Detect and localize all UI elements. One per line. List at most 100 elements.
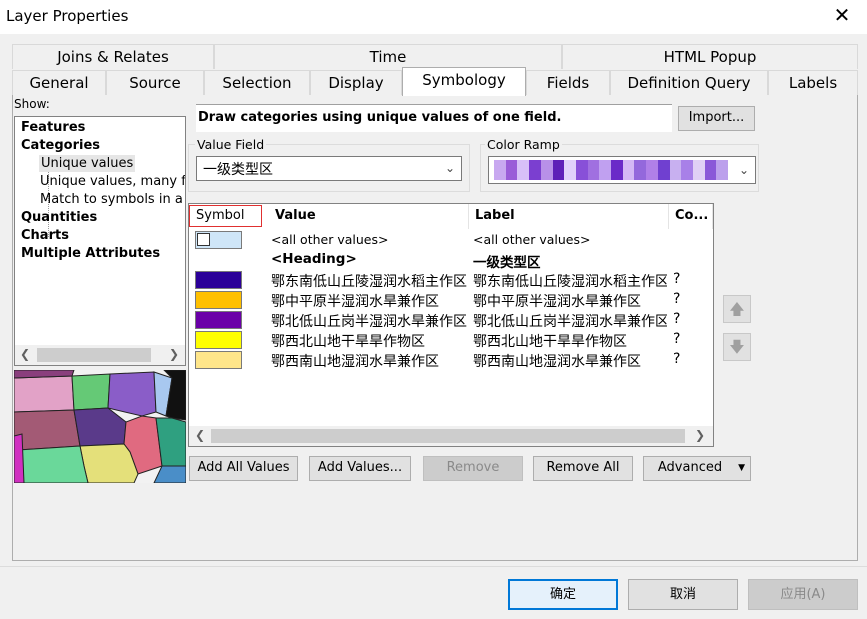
- move-up-button[interactable]: 🡅: [723, 295, 751, 323]
- ok-button[interactable]: 确定: [508, 579, 618, 610]
- column-header-label[interactable]: Label: [469, 204, 669, 229]
- chevron-down-icon: ⌄: [444, 161, 455, 175]
- arrow-up-icon: 🡅: [729, 300, 745, 318]
- cell-label[interactable]: 鄂东南低山丘陵湿润水稻主作区: [473, 271, 667, 291]
- symbol-swatch-other[interactable]: [195, 231, 242, 249]
- show-label: Show:: [14, 97, 50, 111]
- cell-count[interactable]: ?: [673, 331, 703, 347]
- cell-value[interactable]: 鄂西南山地湿润水旱兼作区: [271, 351, 467, 371]
- tab-source[interactable]: Source: [106, 70, 204, 95]
- tab-labels[interactable]: Labels: [768, 70, 858, 95]
- add-values-button[interactable]: Add Values...: [309, 456, 411, 481]
- color-ramp-swatch: [529, 160, 541, 180]
- tab-definition-query[interactable]: Definition Query: [610, 70, 768, 95]
- cell-value[interactable]: <Heading>: [271, 251, 467, 267]
- cell-value[interactable]: 鄂东南低山丘陵湿润水稻主作区: [271, 271, 467, 291]
- color-ramp-swatch: [505, 160, 518, 180]
- value-field-select[interactable]: 一级类型区 ⌄: [196, 156, 462, 181]
- tab-symbology[interactable]: Symbology: [402, 67, 526, 96]
- map-preview: [14, 370, 186, 483]
- scroll-left-icon[interactable]: ❮: [195, 428, 205, 442]
- arrow-down-icon: 🡇: [729, 338, 745, 356]
- color-ramp-swatch: [552, 160, 565, 180]
- tree-item-features[interactable]: Features: [21, 119, 85, 136]
- cell-count[interactable]: ?: [673, 351, 703, 367]
- cell-value[interactable]: 鄂西北山地干旱旱作物区: [271, 331, 467, 351]
- color-ramp-swatch: [681, 160, 693, 180]
- show-tree[interactable]: Features Categories Unique values Unique…: [14, 116, 186, 366]
- column-header-value[interactable]: Value: [269, 204, 469, 229]
- cell-label[interactable]: 鄂北低山丘岗半湿润水旱兼作区: [473, 311, 667, 331]
- cell-label[interactable]: <all other values>: [473, 232, 667, 247]
- cell-label[interactable]: 鄂西南山地湿润水旱兼作区: [473, 351, 667, 371]
- tab-fields[interactable]: Fields: [526, 70, 610, 95]
- tab-display[interactable]: Display: [310, 70, 402, 95]
- color-ramp-swatch: [704, 160, 717, 180]
- tree-item-charts[interactable]: Charts: [21, 227, 69, 244]
- symbol-swatch[interactable]: [195, 351, 242, 369]
- color-ramp-swatch: [611, 160, 623, 180]
- import-button[interactable]: Import...: [678, 106, 755, 131]
- symbol-swatch[interactable]: [195, 331, 242, 349]
- cell-count[interactable]: ?: [673, 311, 703, 327]
- column-header-count[interactable]: Co...: [669, 204, 713, 229]
- tab-general[interactable]: General: [12, 70, 106, 95]
- color-ramp-swatch: [669, 160, 682, 180]
- cell-label[interactable]: 一级类型区: [473, 251, 667, 271]
- move-down-button[interactable]: 🡇: [723, 333, 751, 361]
- cell-value[interactable]: <all other values>: [271, 232, 467, 247]
- tree-item-quantities[interactable]: Quantities: [21, 209, 97, 226]
- checkbox-icon[interactable]: [197, 233, 210, 246]
- renderer-description: Draw categories using unique values of o…: [196, 104, 672, 132]
- remove-button[interactable]: Remove: [423, 456, 523, 481]
- cell-count[interactable]: ?: [673, 291, 703, 307]
- apply-button[interactable]: 应用(A): [748, 579, 858, 610]
- cell-value[interactable]: 鄂北低山丘岗半湿润水旱兼作区: [271, 311, 467, 331]
- color-ramp-swatch: [599, 160, 612, 180]
- tree-item-categories[interactable]: Categories: [21, 137, 100, 154]
- symbol-swatch[interactable]: [195, 291, 242, 309]
- color-ramp-select[interactable]: ⌄: [488, 156, 756, 184]
- symbol-table[interactable]: Symbol Value Label Co... <all other valu…: [188, 203, 714, 447]
- tree-scrollbar[interactable]: ❮ ❯: [15, 345, 185, 365]
- symbol-swatch[interactable]: [195, 271, 242, 289]
- footer-separator: [0, 566, 867, 567]
- symbol-swatch[interactable]: [195, 311, 242, 329]
- cancel-button[interactable]: 取消: [628, 579, 738, 610]
- remove-all-button[interactable]: Remove All: [533, 456, 633, 481]
- color-ramp-swatch: [494, 160, 506, 180]
- advanced-label: Advanced: [657, 460, 723, 475]
- tab-joins-relates[interactable]: Joins & Relates: [12, 44, 214, 69]
- color-ramp-swatch: [564, 160, 576, 180]
- scroll-left-icon[interactable]: ❮: [20, 347, 30, 361]
- column-header-symbol[interactable]: Symbol: [189, 205, 262, 227]
- cell-label[interactable]: 鄂中平原半湿润水旱兼作区: [473, 291, 667, 311]
- tree-item-match-to-symbols[interactable]: Match to symbols in a style: [40, 191, 185, 208]
- table-scrollbar[interactable]: ❮ ❯: [189, 426, 713, 446]
- cell-value[interactable]: 鄂中平原半湿润水旱兼作区: [271, 291, 467, 311]
- advanced-button[interactable]: Advanced ▼: [643, 456, 751, 481]
- cell-label[interactable]: 鄂西北山地干旱旱作物区: [473, 331, 667, 351]
- cell-count[interactable]: ?: [673, 271, 703, 287]
- scroll-right-icon[interactable]: ❯: [695, 428, 705, 442]
- tab-selection[interactable]: Selection: [204, 70, 310, 95]
- title-bar: [0, 0, 867, 34]
- color-ramp-swatch: [634, 160, 647, 180]
- color-ramp-swatch: [622, 160, 635, 180]
- table-scroll-thumb[interactable]: [211, 429, 685, 443]
- scroll-right-icon[interactable]: ❯: [169, 347, 179, 361]
- close-icon[interactable]: ✕: [831, 4, 853, 26]
- tree-item-unique-values[interactable]: Unique values: [39, 155, 136, 172]
- color-ramp-swatch: [692, 160, 705, 180]
- tree-scroll-thumb[interactable]: [37, 348, 151, 362]
- tab-html-popup[interactable]: HTML Popup: [562, 44, 858, 69]
- add-all-values-button[interactable]: Add All Values: [189, 456, 298, 481]
- color-ramp-swatch: [575, 160, 588, 180]
- tree-item-unique-values-many-fields[interactable]: Unique values, many fields: [40, 173, 185, 190]
- dropdown-arrow-icon: ▼: [738, 463, 745, 473]
- map-preview-graphic: [14, 370, 186, 483]
- color-ramp-swatch: [587, 160, 600, 180]
- tab-time[interactable]: Time: [214, 44, 562, 69]
- tree-item-multiple-attributes[interactable]: Multiple Attributes: [21, 245, 160, 262]
- color-ramp-swatch: [540, 160, 553, 180]
